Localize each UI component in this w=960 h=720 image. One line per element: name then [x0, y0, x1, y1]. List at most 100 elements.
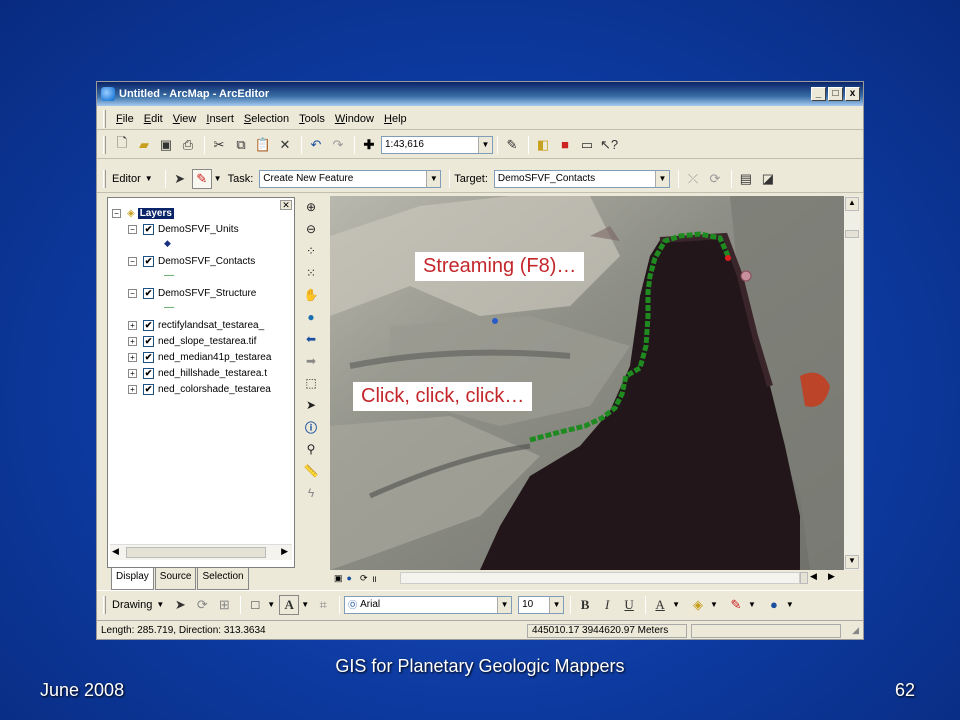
layers-root-label[interactable]: Layers: [137, 207, 174, 219]
title-bar[interactable]: Untitled - ArcMap - ArcEditor _ □ x: [97, 82, 863, 106]
scroll-left-icon[interactable]: ◀: [810, 571, 817, 582]
tab-selection[interactable]: Selection: [197, 568, 249, 590]
layer-name[interactable]: DemoSFVF_Contacts: [158, 256, 255, 267]
select-elements-icon[interactable]: ➤: [301, 395, 321, 415]
layer-row[interactable]: + ✔ ned_colorshade_testarea: [128, 382, 271, 396]
fixed-zoom-out-icon[interactable]: ⁙: [301, 263, 321, 283]
sketch-tool-chevron-icon[interactable]: ▼: [214, 174, 222, 183]
map-vertical-scrollbar[interactable]: ▲ ▼: [844, 196, 860, 570]
menu-tools[interactable]: Tools: [299, 113, 325, 125]
drawing-menu[interactable]: Drawing: [112, 599, 152, 611]
edit-arrow-icon[interactable]: ➤: [170, 169, 190, 189]
arctoolbox-icon[interactable]: ■: [555, 135, 575, 155]
layer-row[interactable]: − ✔ DemoSFVF_Structure: [128, 286, 256, 300]
layer-expander-icon[interactable]: +: [128, 336, 137, 346]
copy-icon[interactable]: ⧉: [231, 135, 251, 155]
select-features-icon[interactable]: ⬚: [301, 373, 321, 393]
redo-icon[interactable]: ↷: [328, 135, 348, 155]
fixed-zoom-in-icon[interactable]: ⁘: [301, 241, 321, 261]
rotate-tool-icon[interactable]: ⟳: [705, 169, 725, 189]
delete-icon[interactable]: ✕: [275, 135, 295, 155]
pause-drawing-icon[interactable]: ॥: [372, 572, 377, 585]
layer-expander-icon[interactable]: +: [128, 368, 137, 378]
layer-expander-icon[interactable]: +: [128, 320, 137, 330]
arccatalog-icon[interactable]: ◧: [533, 135, 553, 155]
editor-toolbar-icon[interactable]: ✎: [502, 135, 522, 155]
rectangle-icon[interactable]: □: [245, 595, 265, 615]
new-document-icon[interactable]: 🗋: [112, 135, 132, 155]
layer-name[interactable]: DemoSFVF_Units: [158, 224, 239, 235]
font-size-combo[interactable]: 10 ▼: [518, 595, 565, 614]
layer-expander-icon[interactable]: +: [128, 384, 137, 394]
maximize-button[interactable]: □: [828, 87, 843, 101]
resize-grip-icon[interactable]: ◢: [852, 625, 859, 636]
minimize-button[interactable]: _: [811, 87, 826, 101]
task-combo[interactable]: Create New Feature ▼: [259, 169, 442, 188]
toolbar-grip[interactable]: [103, 135, 106, 154]
chevron-down-icon[interactable]: ▼: [497, 596, 512, 613]
drawing-menu-chevron-icon[interactable]: ▼: [156, 600, 164, 609]
scroll-left-icon[interactable]: ◀: [112, 546, 119, 557]
pan-hand-icon[interactable]: ✋: [301, 285, 321, 305]
font-combo[interactable]: Ⓞ Arial ▼: [344, 595, 513, 614]
tab-source[interactable]: Source: [154, 568, 197, 590]
zoom-out-icon[interactable]: ⊖: [301, 219, 321, 239]
layer-expander-icon[interactable]: −: [128, 288, 137, 298]
line-color-icon[interactable]: ✎: [726, 595, 746, 615]
layer-name[interactable]: rectifylandsat_testarea_: [158, 320, 264, 331]
measure-icon[interactable]: 📏: [301, 461, 321, 481]
paste-icon[interactable]: 📋: [253, 135, 273, 155]
layer-checkbox[interactable]: ✔: [143, 223, 154, 235]
command-line-icon[interactable]: ▭: [577, 135, 597, 155]
menu-selection[interactable]: Selection: [244, 113, 289, 125]
scroll-thumb[interactable]: [126, 547, 266, 558]
scroll-down-icon[interactable]: ▼: [845, 555, 859, 569]
identify-icon[interactable]: ⓘ: [301, 417, 321, 437]
toc-root[interactable]: − ◈ Layers: [112, 206, 174, 220]
edit-vertices-icon[interactable]: ⌗: [313, 595, 333, 615]
editor-menu-chevron-icon[interactable]: ▼: [145, 174, 153, 183]
layer-checkbox[interactable]: ✔: [143, 351, 154, 363]
font-color-icon[interactable]: A: [650, 595, 670, 615]
zoom-whole-page-icon[interactable]: ⊞: [214, 595, 234, 615]
forward-arrow-icon[interactable]: ➡: [301, 351, 321, 371]
layer-name[interactable]: ned_hillshade_testarea.t: [158, 368, 267, 379]
whats-this-help-icon[interactable]: ↖?: [599, 135, 619, 155]
layer-row[interactable]: − ✔ DemoSFVF_Units: [128, 222, 239, 236]
layer-checkbox[interactable]: ✔: [143, 287, 154, 299]
marker-color-chevron-icon[interactable]: ▼: [786, 600, 794, 609]
rotate-icon[interactable]: ⟳: [192, 595, 212, 615]
back-arrow-icon[interactable]: ⬅: [301, 329, 321, 349]
menu-file[interactable]: File: [116, 113, 134, 125]
layout-view-icon[interactable]: ●: [347, 573, 352, 583]
scroll-thumb[interactable]: [845, 230, 859, 238]
save-icon[interactable]: ▣: [156, 135, 176, 155]
editor-menu[interactable]: Editor: [112, 173, 141, 185]
layer-checkbox[interactable]: ✔: [143, 255, 154, 267]
toolbar-grip[interactable]: [103, 169, 106, 188]
scroll-right-icon[interactable]: ▶: [828, 571, 835, 582]
refresh-icon[interactable]: ⟳: [360, 573, 368, 584]
map-horizontal-scrollbar[interactable]: [400, 572, 800, 584]
zoom-in-icon[interactable]: ⊕: [301, 197, 321, 217]
text-chevron-icon[interactable]: ▼: [301, 600, 309, 609]
open-folder-icon[interactable]: ▰: [134, 135, 154, 155]
menu-window[interactable]: Window: [335, 113, 374, 125]
data-view-icon[interactable]: ▣: [334, 573, 343, 584]
menu-help[interactable]: Help: [384, 113, 407, 125]
print-icon[interactable]: ⎙: [178, 135, 198, 155]
scroll-right-icon[interactable]: ▶: [281, 546, 288, 557]
fill-color-icon[interactable]: ◈: [688, 595, 708, 615]
toc-horizontal-scrollbar[interactable]: ◀ ▶: [110, 544, 292, 560]
text-tool-icon[interactable]: A: [279, 594, 300, 615]
layer-row[interactable]: + ✔ ned_median41p_testarea: [128, 350, 271, 364]
shape-chevron-icon[interactable]: ▼: [267, 600, 275, 609]
bold-button[interactable]: B: [575, 595, 595, 615]
layer-name[interactable]: DemoSFVF_Structure: [158, 288, 256, 299]
toc-close-icon[interactable]: ✕: [280, 200, 292, 210]
layer-row[interactable]: + ✔ ned_slope_testarea.tif: [128, 334, 256, 348]
tab-display[interactable]: Display: [111, 568, 154, 590]
layer-expander-icon[interactable]: −: [128, 224, 137, 234]
layer-checkbox[interactable]: ✔: [143, 319, 154, 331]
attributes-icon[interactable]: ▤: [736, 169, 756, 189]
